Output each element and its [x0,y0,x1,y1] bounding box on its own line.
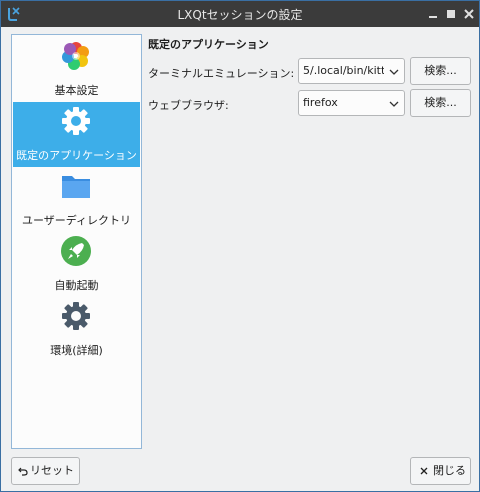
settings-window: LXQtセッションの設定 基本設定 既定のアプリケーション ユーザーディレクトリ… [0,0,480,492]
sidebar-item-basic-settings[interactable]: 基本設定 [13,37,140,102]
sidebar-item-label: ユーザーディレクトリ [21,214,131,227]
window-title: LXQtセッションの設定 [177,8,303,22]
sidebar-item-autostart[interactable]: 自動起動 [13,232,140,297]
sidebar-item-label: 既定のアプリケーション [16,149,137,162]
web-browser-combo[interactable]: firefox [298,90,405,116]
sidebar-item-label: 環境(詳細) [50,344,103,357]
maximize-icon[interactable] [443,6,459,22]
terminal-emulator-combo[interactable]: 5/.local/bin/kitty [298,58,405,84]
sidebar-item-label: 自動起動 [54,279,99,292]
terminal-search-button[interactable]: 検索... [410,57,471,85]
section-title: 既定のアプリケーション [148,38,269,51]
close-icon[interactable] [461,6,477,22]
sidebar-item-default-applications[interactable]: 既定のアプリケーション [13,102,140,167]
chevron-down-icon [389,69,399,75]
sidebar-item-environment-advanced[interactable]: 環境(詳細) [13,297,140,362]
close-label: 閉じる [433,464,466,477]
minimize-icon[interactable] [425,6,441,22]
flower-icon [62,42,89,70]
web-browser-label: ウェブブラウザ: [148,99,229,112]
title-bar[interactable]: LXQtセッションの設定 [1,1,479,27]
rocket-icon [61,236,91,266]
undo-icon [18,467,28,476]
gear-icon [62,302,90,330]
sidebar-item-user-directories[interactable]: ユーザーディレクトリ [13,167,140,232]
terminal-emulator-value: 5/.local/bin/kitty [303,64,384,77]
sidebar-item-label: 基本設定 [54,84,99,97]
reset-button[interactable]: リセット [11,457,80,485]
reset-label: リセット [30,464,74,477]
close-icon [420,467,428,475]
chevron-down-icon [389,101,399,107]
web-browser-value: firefox [303,96,338,109]
sidebar: 基本設定 既定のアプリケーション ユーザーディレクトリ 自動起動 環境(詳細) [11,34,142,449]
close-button[interactable]: 閉じる [410,457,471,485]
terminal-emulator-label: ターミナルエミュレーション: [148,67,295,80]
gear-icon [62,107,90,135]
browser-search-button[interactable]: 検索... [410,89,471,117]
folder-icon [62,176,90,198]
